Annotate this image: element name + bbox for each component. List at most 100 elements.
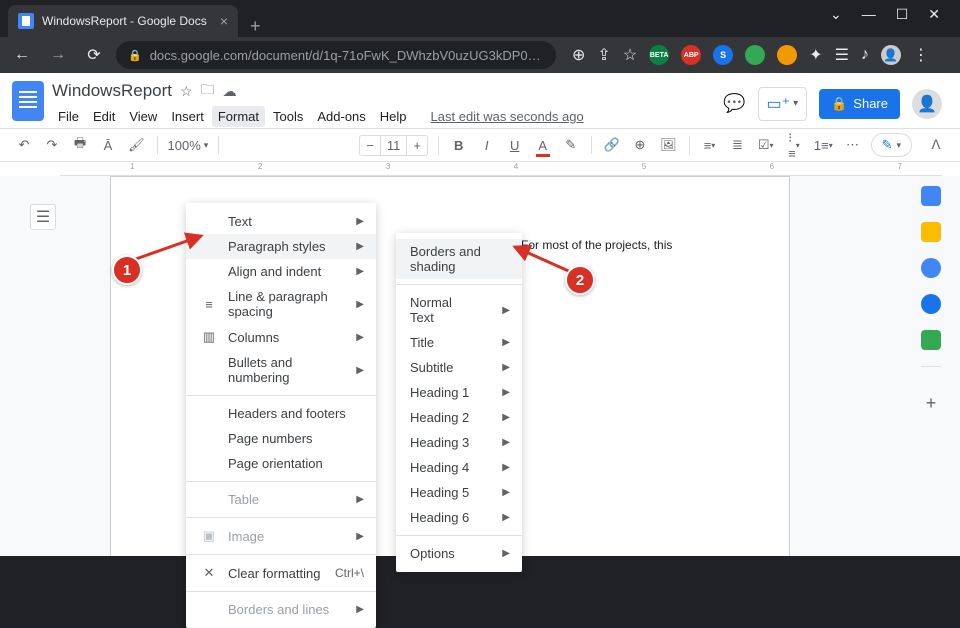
extension-abp-icon[interactable]: ABP (681, 45, 701, 65)
insert-link-button[interactable]: 🔗 (601, 133, 622, 157)
redo-button[interactable]: ↷ (42, 133, 62, 157)
format-menu-item: ▣Image▶ (186, 523, 376, 549)
line-spacing-button[interactable]: ≣ (727, 133, 747, 157)
highlight-button[interactable]: ✎ (561, 133, 581, 157)
format-menu-item[interactable]: Page numbers (186, 426, 376, 451)
lock-share-icon: 🔒 (831, 96, 847, 112)
paragraph-style-item[interactable]: Options▶ (396, 541, 522, 566)
move-icon[interactable]: 🗀 (201, 79, 215, 103)
format-menu-item[interactable]: ▥Columns▶ (186, 324, 376, 350)
menu-edit[interactable]: Edit (87, 106, 121, 127)
back-button[interactable]: ← (8, 41, 36, 69)
show-outline-button[interactable]: ☰ (30, 204, 56, 230)
menu-insert[interactable]: Insert (165, 106, 210, 127)
paragraph-style-item[interactable]: Heading 6▶ (396, 505, 522, 530)
font-size-decrease[interactable]: − (360, 136, 380, 155)
horizontal-ruler[interactable]: 1234567 (60, 162, 942, 176)
bookmark-icon[interactable]: ☆ (623, 45, 637, 65)
minimize-icon[interactable]: — (862, 6, 876, 23)
menu-format[interactable]: Format (212, 106, 265, 127)
music-icon[interactable]: ♪ (861, 46, 869, 64)
comment-history-icon[interactable]: 💬 (723, 93, 745, 114)
paragraph-style-item[interactable]: Heading 5▶ (396, 480, 522, 505)
insert-comment-button[interactable]: ⊕ (630, 133, 650, 157)
format-menu-item[interactable]: Bullets and numbering▶ (186, 350, 376, 390)
menu-help[interactable]: Help (374, 106, 413, 127)
tasks-icon[interactable] (921, 258, 941, 278)
format-menu: Text▶Paragraph styles▶Align and indent▶≡… (186, 203, 376, 628)
text-color-button[interactable]: A (533, 134, 553, 157)
reload-button[interactable]: ⟳ (80, 41, 108, 69)
cloud-status-icon[interactable]: ☁ (223, 83, 237, 100)
document-title[interactable]: WindowsReport (52, 81, 172, 101)
extension-green-icon[interactable] (745, 45, 765, 65)
align-button[interactable]: ≡ ▾ (699, 134, 719, 157)
menu-view[interactable]: View (123, 106, 163, 127)
format-menu-item[interactable]: ≡Line & paragraph spacing▶ (186, 284, 376, 324)
font-size-increase[interactable]: + (407, 136, 427, 155)
extensions-icon[interactable]: ✦ (809, 45, 822, 65)
format-menu-item[interactable]: Page orientation (186, 451, 376, 476)
italic-button[interactable]: I (477, 134, 497, 157)
share-page-icon[interactable]: ⇪ (597, 45, 610, 65)
extension-beta-icon[interactable]: BETA (649, 45, 669, 65)
extension-s-icon[interactable]: S (713, 45, 733, 65)
forward-button[interactable]: → (44, 41, 72, 69)
format-menu-item[interactable]: Align and indent▶ (186, 259, 376, 284)
numbered-list-button[interactable]: 1≡ ▾ (812, 134, 834, 157)
bold-button[interactable]: B (449, 134, 469, 157)
paragraph-style-item[interactable]: Heading 2▶ (396, 405, 522, 430)
zoom-icon[interactable]: ⊕ (572, 45, 585, 65)
calendar-icon[interactable] (921, 186, 941, 206)
underline-button[interactable]: U (505, 134, 525, 157)
collapse-toolbar-button[interactable]: ᐱ (926, 133, 946, 157)
browser-menu-icon[interactable]: ⋮ (913, 45, 929, 65)
close-window-icon[interactable]: ✕ (928, 6, 940, 23)
bulleted-list-button[interactable]: ⁝≡ ▾ (784, 126, 804, 165)
star-icon[interactable]: ☆ (180, 83, 193, 100)
docs-logo-icon[interactable] (12, 81, 44, 121)
add-addon-icon[interactable]: + (926, 393, 937, 414)
paragraph-style-item[interactable]: Heading 4▶ (396, 455, 522, 480)
maps-icon[interactable] (921, 330, 941, 350)
keep-icon[interactable] (921, 222, 941, 242)
profile-avatar-icon[interactable]: 👤 (881, 45, 901, 65)
menu-tools[interactable]: Tools (267, 106, 309, 127)
insert-image-button[interactable]: 🖼 (658, 133, 679, 157)
last-edit-link[interactable]: Last edit was seconds ago (425, 106, 590, 127)
maximize-icon[interactable]: ☐ (896, 6, 909, 23)
menu-addons[interactable]: Add-ons (311, 106, 371, 127)
undo-button[interactable]: ↶ (14, 133, 34, 157)
format-menu-item[interactable]: Paragraph styles▶ (186, 234, 376, 259)
format-menu-item[interactable]: ✕Clear formattingCtrl+\ (186, 560, 376, 586)
contacts-icon[interactable] (921, 294, 941, 314)
font-size-input[interactable]: − 11 + (359, 135, 428, 156)
chevron-down-icon[interactable]: ⌄ (830, 6, 842, 23)
extension-orange-icon[interactable] (777, 45, 797, 65)
paragraph-style-item[interactable]: Subtitle▶ (396, 355, 522, 380)
editing-mode-button[interactable]: ✎ ▾ (871, 133, 912, 157)
menu-file[interactable]: File (52, 106, 85, 127)
paragraph-style-item[interactable]: Borders and shading (396, 239, 522, 279)
spellcheck-button[interactable]: Ᾱ (98, 134, 118, 157)
share-button[interactable]: 🔒 Share (819, 89, 900, 119)
checklist-button[interactable]: ☑ ▾ (755, 133, 775, 157)
present-button[interactable]: ▭⁺ ▾ (758, 87, 808, 121)
paint-format-button[interactable]: 🖌 (126, 133, 147, 157)
paragraph-style-item[interactable]: Title▶ (396, 330, 522, 355)
more-toolbar-button[interactable]: ⋯ (843, 133, 863, 157)
zoom-select[interactable]: 100%▾ (168, 138, 209, 153)
format-menu-item[interactable]: Text▶ (186, 209, 376, 234)
reading-list-icon[interactable]: ☰ (835, 45, 849, 65)
close-tab-icon[interactable]: × (220, 13, 228, 29)
address-bar[interactable]: 🔒 docs.google.com/document/d/1q-71oFwK_D… (116, 41, 556, 69)
format-menu-item[interactable]: Headers and footers (186, 401, 376, 426)
account-avatar[interactable]: 👤 (912, 89, 942, 119)
paragraph-style-item[interactable]: Heading 3▶ (396, 430, 522, 455)
browser-tab[interactable]: WindowsReport - Google Docs × (8, 5, 238, 37)
paragraph-style-item[interactable]: Heading 1▶ (396, 380, 522, 405)
browser-toolbar: ← → ⟳ 🔒 docs.google.com/document/d/1q-71… (0, 37, 960, 73)
new-tab-button[interactable]: + (238, 16, 273, 37)
paragraph-style-item[interactable]: Normal Text▶ (396, 290, 522, 330)
print-button[interactable]: 🖶 (70, 130, 90, 160)
